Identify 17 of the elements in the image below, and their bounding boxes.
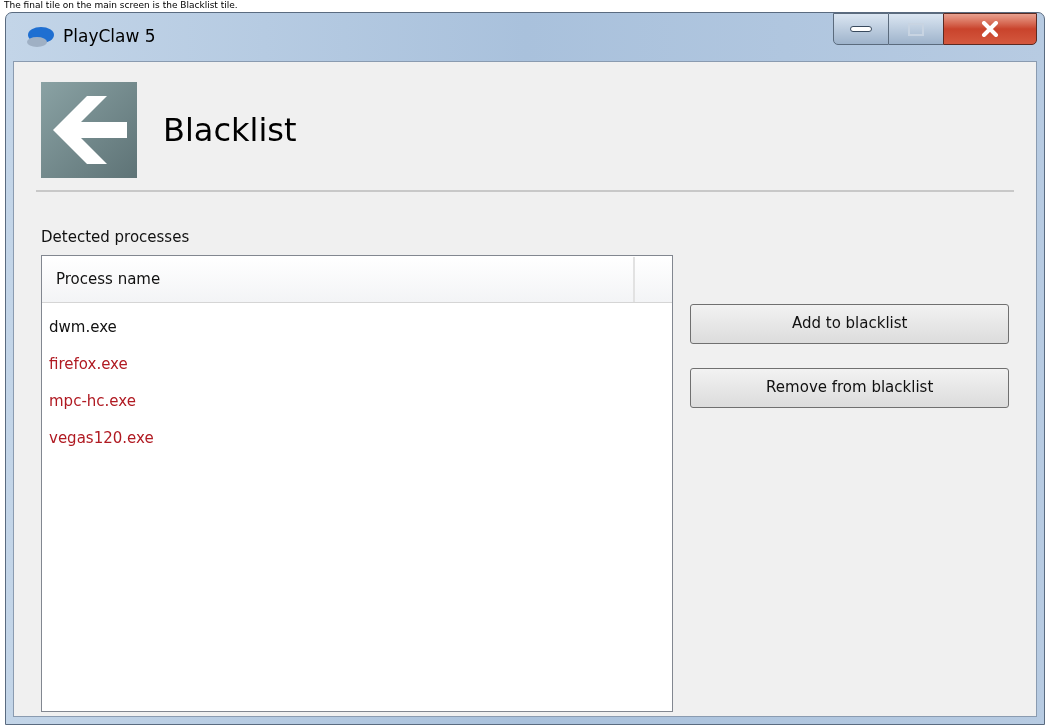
back-button[interactable] <box>41 82 137 178</box>
close-button[interactable] <box>943 13 1037 45</box>
minimize-button[interactable] <box>833 13 889 45</box>
close-icon <box>981 21 999 37</box>
process-row[interactable]: vegas120.exe <box>42 419 673 457</box>
maximize-button[interactable] <box>889 13 943 45</box>
window-title: PlayClaw 5 <box>63 25 156 49</box>
process-row[interactable]: firefox.exe <box>42 345 673 383</box>
maximize-icon <box>908 22 924 36</box>
minimize-icon <box>850 26 872 32</box>
action-button[interactable]: Remove from blacklist <box>690 367 1009 408</box>
process-row[interactable]: dwm.exe <box>42 308 673 346</box>
list-label: Detected processes <box>41 227 191 248</box>
action-button[interactable]: Add to blacklist <box>690 303 1009 344</box>
process-row[interactable]: mpc-hc.exe <box>42 382 673 420</box>
page-title: Blacklist <box>163 110 297 151</box>
caption-text: The final tile on the main screen is the Blacklist tile. <box>3 0 239 10</box>
